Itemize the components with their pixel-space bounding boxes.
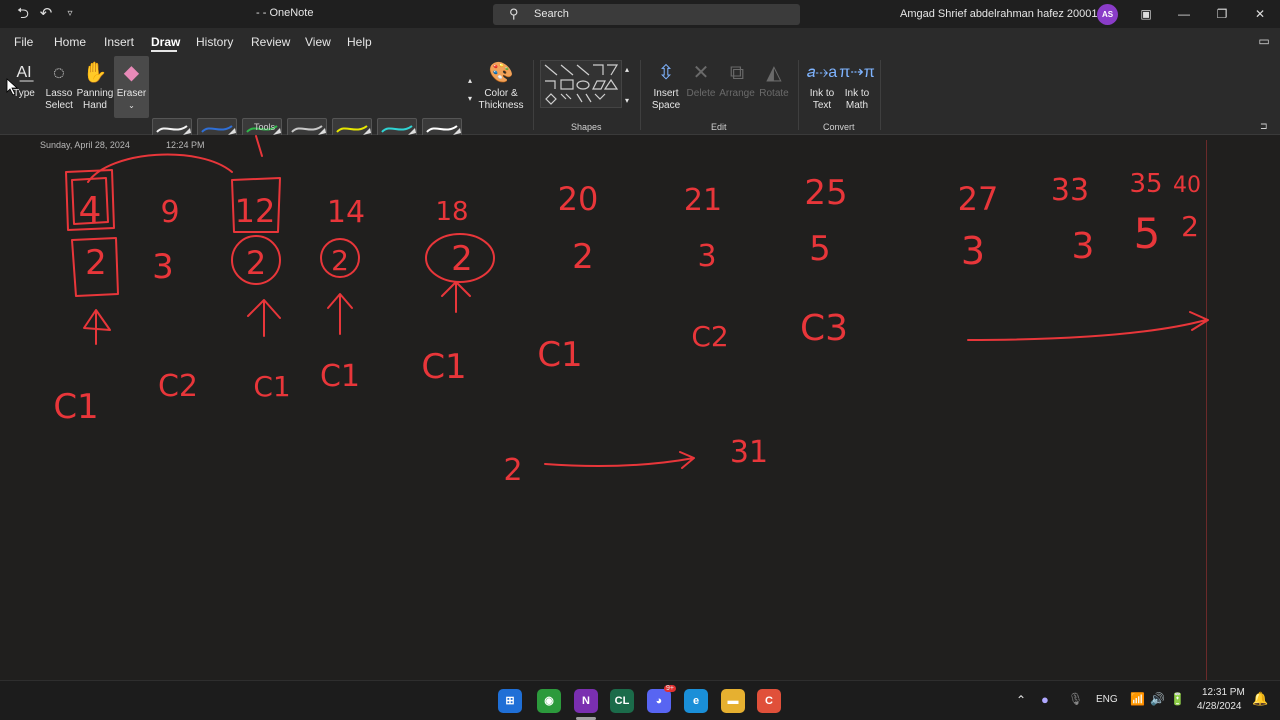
start-icon[interactable]: ⊞ — [498, 689, 522, 713]
ink-number-second: 2 — [85, 243, 107, 283]
ink-long-arrow — [967, 311, 1209, 341]
ink-number-top: 4 — [79, 190, 102, 231]
volume-icon[interactable]: 🔊 — [1150, 692, 1165, 706]
ink-number-second: 2 — [1181, 210, 1199, 243]
discord-icon[interactable]: ◕ — [647, 689, 671, 713]
taskbar: ⊞ ◉ N CL ◕ 9+ e ▬ C ⌃ ● 🎙 ENG 📶 🔊 🔋 12:3… — [0, 680, 1280, 720]
ink-number-top: 20 — [558, 180, 599, 218]
ink-label: C1 — [421, 347, 466, 387]
ink-number-second: 2 — [451, 239, 473, 279]
ink-number-top: 12 — [235, 192, 276, 230]
edge-icon[interactable]: e — [684, 689, 708, 713]
clion-icon[interactable]: CL — [610, 689, 634, 713]
ink-number-top: 18 — [435, 197, 468, 227]
ink-equation-left: 2 — [503, 453, 522, 488]
ink-label: C1 — [537, 335, 582, 375]
ink-number-second: 5 — [1134, 209, 1161, 258]
battery-icon[interactable]: 🔋 — [1170, 692, 1185, 706]
tray-app-icon[interactable]: ● — [1041, 692, 1049, 707]
ink-equation-right: 31 — [730, 435, 768, 470]
ink-number-second: 3 — [1072, 226, 1095, 267]
file-explorer-icon[interactable]: ▬ — [721, 689, 745, 713]
ink-layer[interactable]: 4 9 12 14 18 20 21 25 27 33 35 402 3 2 2 2 2 3 5 3 3 5 2C1C2 C1… — [0, 0, 1280, 680]
ink-arrow-2 — [247, 299, 281, 337]
ink-number-top: 33 — [1051, 173, 1089, 208]
code-editor-icon[interactable]: C — [757, 689, 781, 713]
ink-number-second: 2 — [572, 237, 594, 277]
wifi-icon[interactable]: 📶 — [1130, 692, 1145, 706]
ink-stroke-top — [255, 135, 263, 157]
ink-number-top: 25 — [804, 173, 847, 213]
mouse-cursor-icon — [6, 78, 19, 96]
microphone-icon[interactable]: 🎙 — [1068, 692, 1083, 706]
tray-chevron-icon[interactable]: ⌃ — [1016, 693, 1026, 707]
clock-time[interactable]: 12:31 PM — [1202, 687, 1245, 698]
ink-eq-arrow — [544, 451, 695, 469]
ink-number-second: 2 — [246, 244, 266, 282]
clock-date[interactable]: 4/28/2024 — [1197, 701, 1242, 712]
ink-label: C2 — [158, 369, 198, 404]
ink-label: C3 — [800, 308, 848, 349]
language-indicator[interactable]: ENG — [1096, 694, 1118, 705]
ink-label: C1 — [320, 359, 360, 394]
onenote-icon[interactable]: N — [574, 689, 598, 713]
ink-arc — [87, 153, 233, 183]
discord-badge: 9+ — [664, 685, 676, 692]
ink-label: C1 — [53, 387, 98, 427]
ink-number-top: 14 — [327, 195, 365, 230]
notification-bell-icon[interactable]: 🔔 — [1252, 691, 1268, 707]
ink-number-second: 5 — [809, 229, 831, 269]
ink-number-top: 35 — [1129, 169, 1162, 199]
ink-number-second: 3 — [152, 247, 174, 287]
ink-number-top: 9 — [160, 195, 179, 230]
ink-arrow-3 — [327, 293, 353, 335]
ink-number-top: 21 — [684, 183, 722, 218]
ink-number-second: 3 — [697, 239, 716, 274]
chrome-icon[interactable]: ◉ — [537, 689, 561, 713]
ink-number-second: 3 — [961, 229, 985, 273]
ink-number-top: 27 — [958, 180, 999, 218]
ink-number-second: 2 — [331, 244, 349, 277]
ink-arrow-4 — [441, 281, 471, 313]
ink-label: C2 — [691, 320, 728, 353]
ink-arrow-1 — [83, 309, 111, 345]
ink-label: C1 — [253, 370, 290, 403]
ink-number-top: 40 — [1173, 173, 1201, 198]
